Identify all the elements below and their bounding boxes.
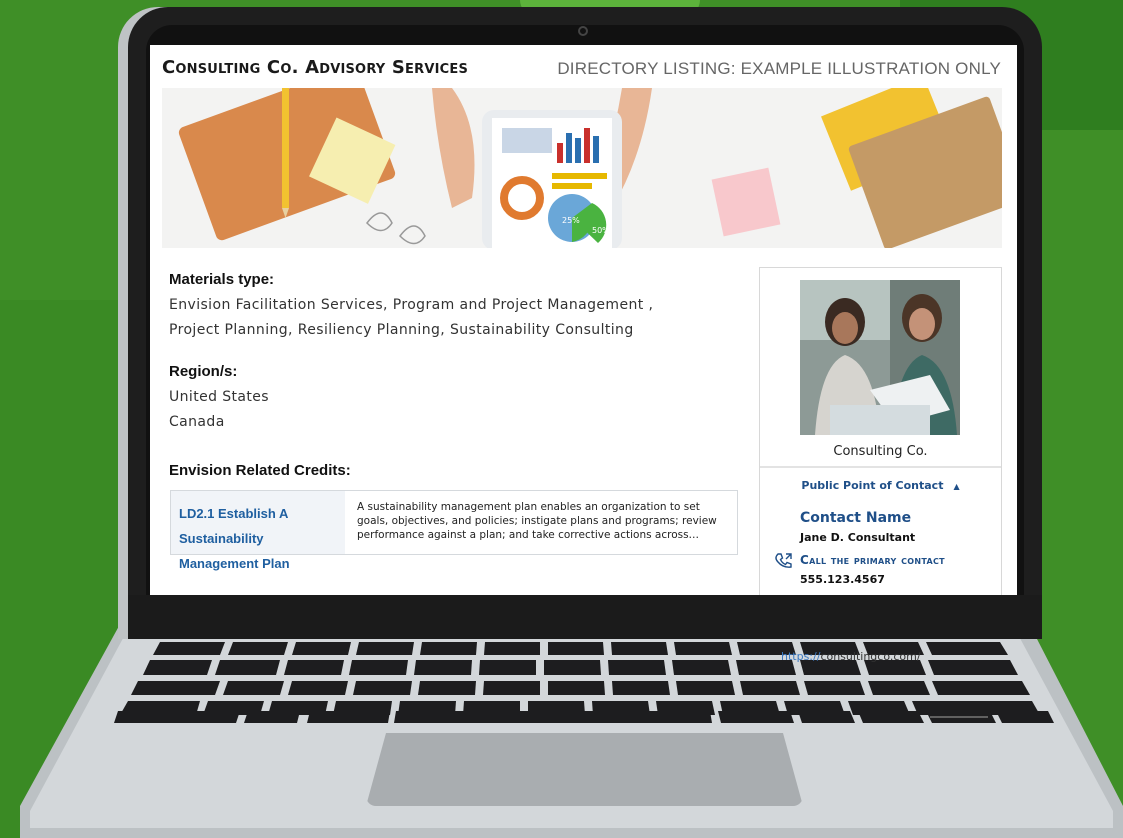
- credit-link-line-2: Management Plan: [179, 556, 290, 571]
- hero-illustration: 25% 50%: [178, 88, 1002, 248]
- company-name: Consulting Co.: [833, 444, 928, 459]
- directory-note: DIRECTORY LISTING: EXAMPLE ILLUSTRATION …: [557, 59, 1001, 78]
- chart-label-25: 25%: [562, 216, 580, 225]
- caret-up-icon: ▲: [953, 482, 960, 491]
- page-title: Consulting Co. Advisory Services: [162, 57, 469, 78]
- contact-name-label: Contact Name: [800, 510, 912, 526]
- materials-type-line-2: Project Planning, Resiliency Planning, S…: [169, 322, 634, 338]
- laptop-hinge: [128, 595, 1042, 639]
- contact-name-value: Jane D. Consultant: [800, 531, 916, 544]
- phone-number[interactable]: 555.123.4567: [800, 573, 885, 586]
- poc-toggle-label: Public Point of Contact: [801, 479, 944, 492]
- credit-link-line-1: LD2.1 Establish A Sustainability: [179, 506, 288, 546]
- trackpad[interactable]: [366, 733, 803, 806]
- materials-type-label: Materials type:: [169, 271, 275, 288]
- contact-card: Consulting Co. Public Point of Contact ▲ …: [759, 267, 1002, 595]
- url-protocol: https://: [781, 650, 821, 663]
- camera-icon: [578, 26, 588, 36]
- divider: [760, 466, 1001, 468]
- credit-link[interactable]: LD2.1 Establish A Sustainability Managem…: [179, 501, 344, 576]
- phone-icon: [775, 553, 792, 568]
- browser-page: Consulting Co. Advisory Services DIRECTO…: [150, 45, 1017, 595]
- url-host: consultingco.com/: [820, 650, 921, 663]
- region-item: United States: [169, 389, 270, 405]
- credits-label: Envision Related Credits:: [169, 462, 351, 479]
- photo-illustration: [800, 280, 960, 435]
- url-text[interactable]: https://consultingco.com/: [781, 650, 921, 663]
- region-item: Canada: [169, 414, 225, 430]
- company-photo: [800, 280, 960, 435]
- chart-label-50: 50%: [592, 226, 610, 235]
- call-contact-link[interactable]: Call the primary contact: [800, 553, 945, 567]
- materials-type-line-1: Envision Facilitation Services, Program …: [169, 297, 654, 313]
- credit-description: A sustainability management plan enables…: [357, 501, 717, 541]
- credits-table: LD2.1 Establish A Sustainability Managem…: [170, 490, 738, 571]
- hero-banner: 25% 50%: [162, 88, 1002, 248]
- poc-toggle[interactable]: Public Point of Contact ▲: [760, 479, 1001, 492]
- regions-label: Region/s:: [169, 363, 238, 380]
